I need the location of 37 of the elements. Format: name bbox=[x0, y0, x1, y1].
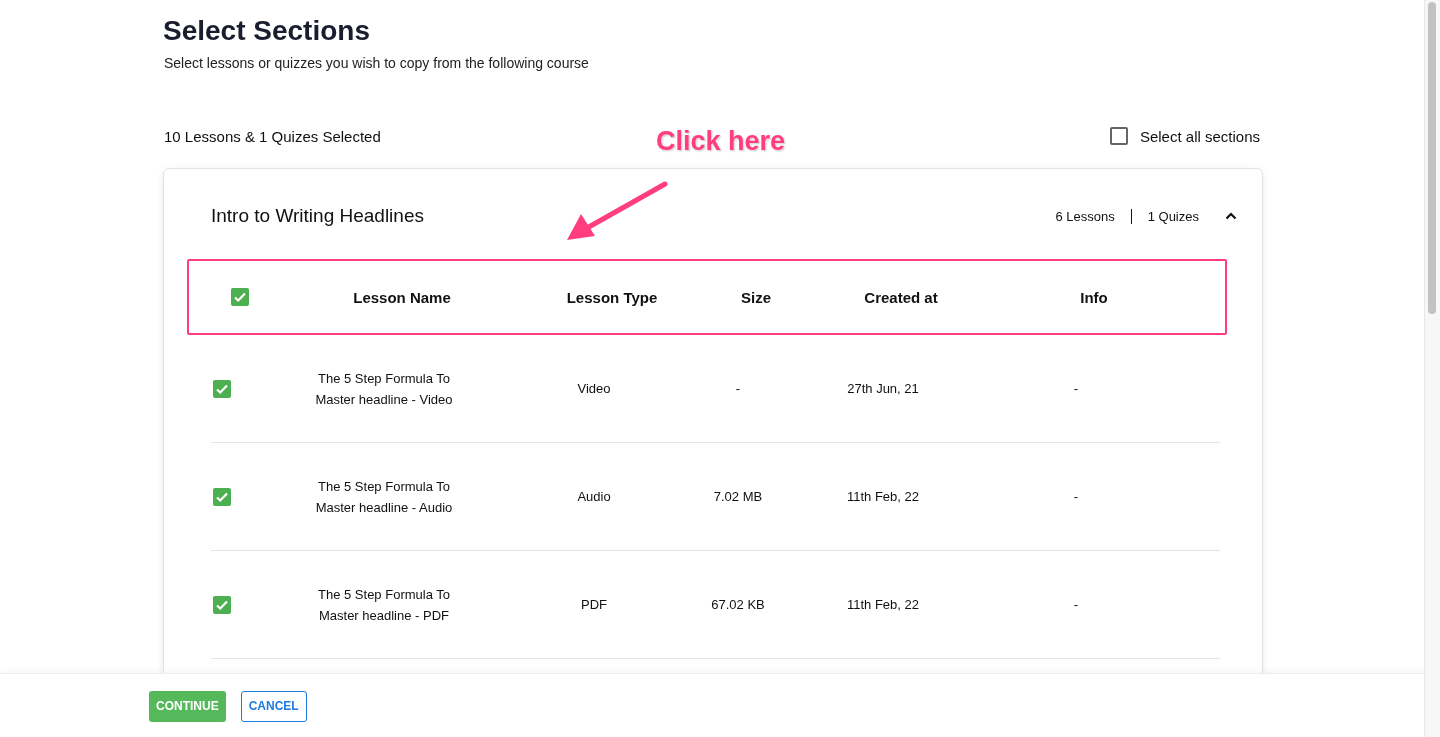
lesson-name-cell-text: The 5 Step Formula To Master headline - Video bbox=[314, 369, 454, 409]
scrollbar[interactable] bbox=[1424, 0, 1440, 737]
quizzes-count: 1 Quizes bbox=[1147, 208, 1199, 224]
page-subtitle: Select lessons or quizzes you wish to copy from the following course bbox=[164, 55, 590, 71]
selection-summary: 10 Lessons & 1 Quizes Selected bbox=[164, 127, 381, 145]
caret-icon[interactable] bbox=[1225, 212, 1237, 220]
row-checkbox[interactable] bbox=[213, 487, 231, 506]
created-at-cell-text: 27th Jun, 21 bbox=[847, 380, 919, 398]
column-header: Lesson Name bbox=[352, 288, 452, 306]
lesson-type-cell-text: Audio bbox=[577, 488, 611, 506]
column-header: Lesson Type bbox=[565, 288, 659, 306]
cancel-button[interactable]: CANCEL bbox=[240, 690, 307, 722]
select-all-checkbox[interactable] bbox=[1109, 127, 1128, 145]
lessons-count: 6 Lessons bbox=[1055, 208, 1115, 224]
continue-button[interactable]: CONTINUE bbox=[149, 690, 226, 722]
created-at-cell-text: 11th Feb, 22 bbox=[846, 596, 919, 614]
lesson-type-cell-text: PDF bbox=[581, 596, 607, 614]
page-title: Select Sections bbox=[163, 15, 371, 47]
header-checkbox[interactable] bbox=[231, 288, 249, 306]
row-checkbox[interactable] bbox=[213, 379, 231, 398]
select-all-label[interactable]: Select all sections bbox=[1139, 127, 1260, 145]
size-cell-text: 7.02 MB bbox=[713, 488, 763, 506]
size-cell-text: 67.02 KB bbox=[711, 596, 765, 614]
column-header: Created at bbox=[863, 288, 939, 306]
info-cell-text: - bbox=[1073, 380, 1079, 398]
row-checkbox[interactable] bbox=[213, 595, 231, 614]
column-header: Info bbox=[1079, 288, 1109, 306]
lesson-name-cell-text: The 5 Step Formula To Master headline - Audio bbox=[314, 477, 454, 517]
created-at-cell-text: 11th Feb, 22 bbox=[846, 488, 919, 506]
lesson-type-cell-text: Video bbox=[577, 380, 611, 398]
info-cell-text: - bbox=[1073, 596, 1079, 614]
lesson-name-cell-text: The 5 Step Formula To Master headline - PDF bbox=[317, 585, 451, 625]
section-title: Intro to Writing Headlines bbox=[211, 205, 424, 227]
info-cell-text: - bbox=[1073, 488, 1079, 506]
size-cell-text: - bbox=[735, 380, 741, 398]
annotation-label: Click here bbox=[656, 126, 786, 157]
column-header: Size bbox=[740, 288, 772, 306]
